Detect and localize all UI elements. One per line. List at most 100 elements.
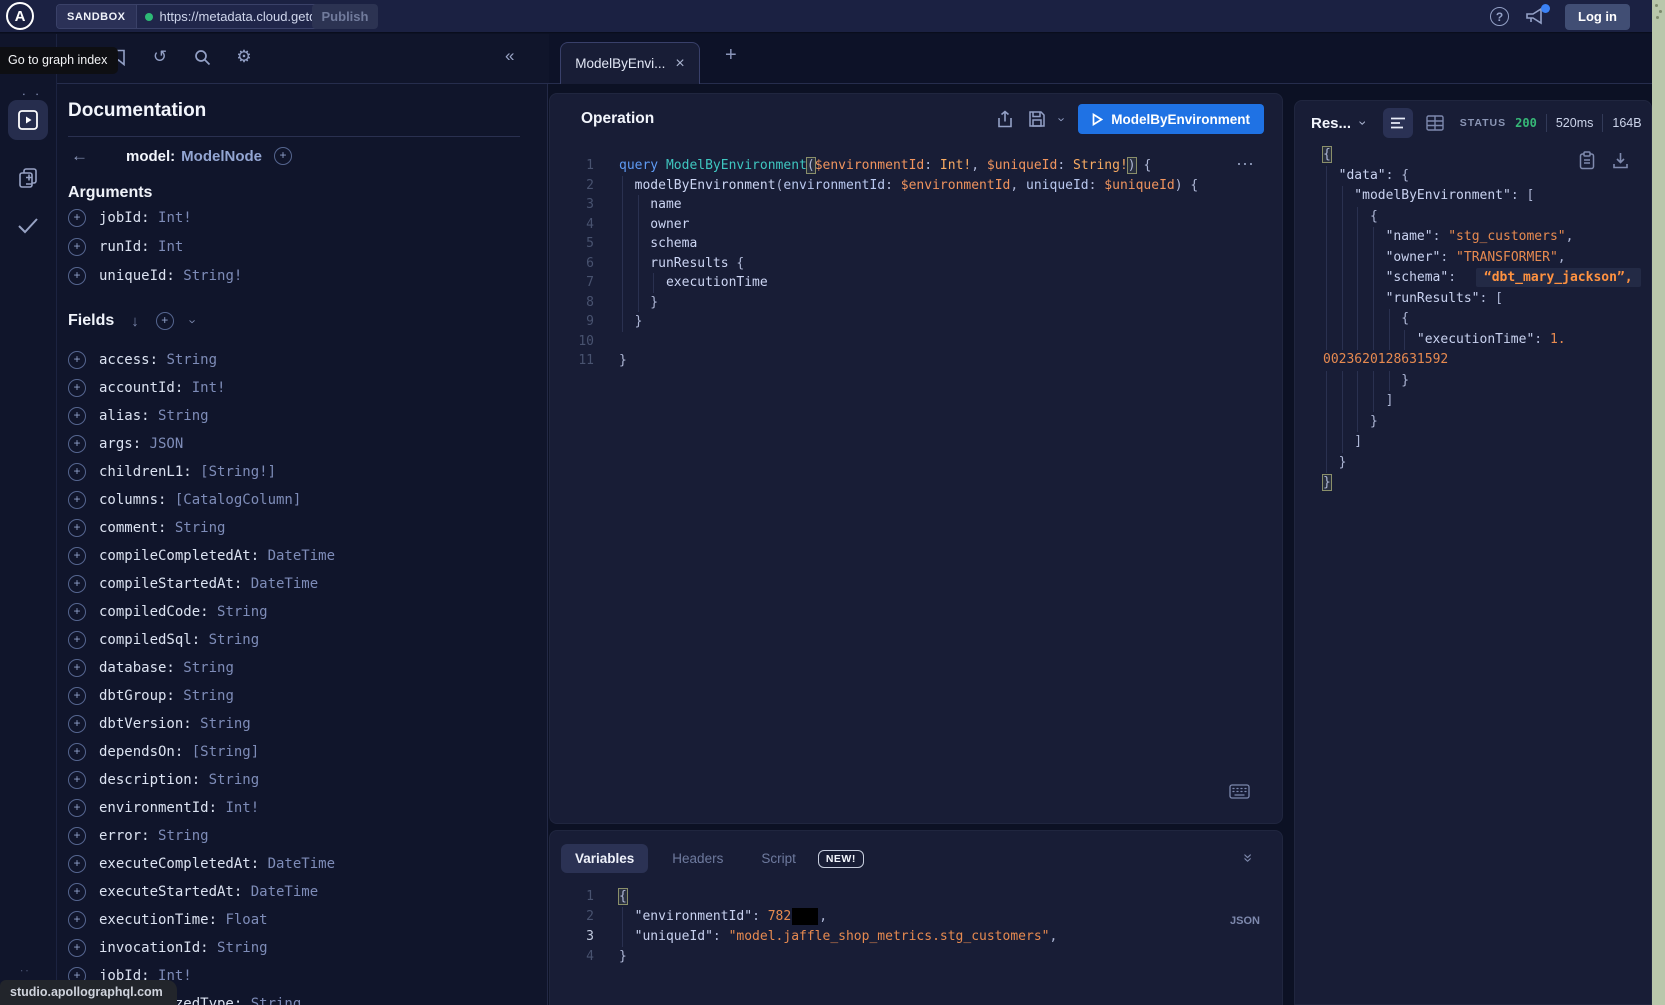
field-row[interactable]: +runId: Int bbox=[68, 232, 538, 261]
format-json-icon[interactable] bbox=[1383, 108, 1413, 138]
documentation-panel: Documentation ← model: ModelNode + Argum… bbox=[57, 84, 548, 1005]
field-row[interactable]: + description: String bbox=[68, 766, 538, 794]
divider bbox=[68, 136, 520, 137]
add-to-query-button[interactable]: + bbox=[68, 267, 86, 285]
field-row[interactable]: +compileStartedAt: DateTime bbox=[68, 570, 538, 598]
back-arrow-icon[interactable]: ← bbox=[71, 146, 88, 166]
response-json[interactable]: {"data": {"modelByEnvironment": [{"name"… bbox=[1323, 145, 1647, 494]
announcements-icon[interactable] bbox=[1525, 6, 1549, 28]
variables-editor[interactable]: 1{2 "environmentId": 782,3 "uniqueId": "… bbox=[564, 887, 1264, 967]
add-to-query-button[interactable]: + bbox=[68, 209, 86, 227]
field-row[interactable]: +dependsOn: [String] bbox=[68, 738, 538, 766]
response-title[interactable]: Res... bbox=[1311, 115, 1351, 132]
add-to-query-button[interactable]: + bbox=[68, 631, 86, 649]
format-table-icon[interactable] bbox=[1426, 115, 1444, 131]
add-to-query-button[interactable]: + bbox=[68, 827, 86, 845]
field-row[interactable]: +dbtGroup: String bbox=[68, 682, 538, 710]
field-row[interactable]: +childrenL1: [String!] bbox=[68, 458, 538, 486]
add-to-query-button[interactable]: + bbox=[68, 379, 86, 397]
field-signature: executionTime: Float bbox=[99, 912, 268, 928]
add-to-query-button[interactable]: + bbox=[68, 603, 86, 621]
graphql-editor[interactable]: 1query ModelByEnvironment($environmentId… bbox=[564, 156, 1264, 371]
chevron-down-icon[interactable]: › bbox=[185, 319, 200, 323]
publish-button[interactable]: Publish bbox=[312, 4, 378, 29]
checks-nav-icon[interactable] bbox=[8, 206, 48, 246]
add-to-query-button[interactable]: + bbox=[68, 883, 86, 901]
field-row[interactable]: +uniqueId: String! bbox=[68, 261, 538, 290]
save-dropdown-icon[interactable]: › bbox=[1055, 117, 1070, 121]
apollo-logo[interactable]: A bbox=[6, 2, 34, 30]
help-icon[interactable]: ? bbox=[1490, 7, 1509, 26]
field-signature: columns: [CatalogColumn] bbox=[99, 492, 301, 508]
response-dropdown-icon[interactable]: › bbox=[1355, 121, 1371, 126]
field-row[interactable]: +compiledCode: String bbox=[68, 598, 538, 626]
add-to-query-button[interactable]: + bbox=[68, 939, 86, 957]
collapse-docs-icon[interactable]: « bbox=[505, 46, 514, 66]
new-badge: NEW! bbox=[818, 850, 864, 868]
field-row[interactable]: +accountId: Int! bbox=[68, 374, 538, 402]
add-all-fields-button[interactable]: + bbox=[274, 147, 292, 165]
field-row[interactable]: +args: JSON bbox=[68, 430, 538, 458]
add-to-query-button[interactable]: + bbox=[68, 238, 86, 256]
field-signature: compileCompletedAt: DateTime bbox=[99, 548, 335, 564]
login-button[interactable]: Log in bbox=[1565, 4, 1630, 30]
add-to-query-button[interactable]: + bbox=[68, 519, 86, 537]
schema-nav-icon[interactable] bbox=[8, 158, 48, 198]
field-row[interactable]: + compiledSql: String bbox=[68, 626, 538, 654]
add-to-query-button[interactable]: + bbox=[68, 547, 86, 565]
run-operation-button[interactable]: ModelByEnvironment bbox=[1078, 104, 1264, 134]
add-to-query-button[interactable]: + bbox=[68, 351, 86, 369]
save-icon[interactable] bbox=[1028, 110, 1046, 128]
add-to-query-button[interactable]: + bbox=[68, 659, 86, 677]
field-row[interactable]: +alias: String bbox=[68, 402, 538, 430]
field-row[interactable]: + compileCompletedAt: DateTime bbox=[68, 542, 538, 570]
explorer-settings-icon[interactable]: ⚙ bbox=[235, 48, 253, 66]
add-to-query-button[interactable]: + bbox=[68, 855, 86, 873]
share-icon[interactable] bbox=[996, 110, 1014, 129]
model-type-link[interactable]: ModelNode bbox=[181, 148, 262, 165]
add-to-query-button[interactable]: + bbox=[68, 435, 86, 453]
add-to-query-button[interactable]: + bbox=[68, 575, 86, 593]
close-icon[interactable]: × bbox=[675, 55, 684, 73]
field-signature: description: String bbox=[99, 772, 259, 788]
add-to-query-button[interactable]: + bbox=[68, 743, 86, 761]
field-row[interactable]: +comment: String bbox=[68, 514, 538, 542]
field-row[interactable]: +invocationId: String bbox=[68, 934, 538, 962]
status-code: 200 bbox=[1515, 116, 1537, 130]
field-row[interactable]: +access: String bbox=[68, 346, 538, 374]
add-to-query-button[interactable]: + bbox=[68, 407, 86, 425]
field-signature: compiledSql: String bbox=[99, 632, 259, 648]
field-row[interactable]: +environmentId: Int! bbox=[68, 794, 538, 822]
search-icon[interactable] bbox=[193, 48, 211, 66]
add-to-query-button[interactable]: + bbox=[68, 687, 86, 705]
add-to-query-button[interactable]: + bbox=[68, 911, 86, 929]
add-to-query-button[interactable]: + bbox=[68, 463, 86, 481]
keyboard-shortcuts-icon[interactable] bbox=[1229, 784, 1250, 799]
field-row[interactable]: +error: String bbox=[68, 822, 538, 850]
sort-icon[interactable]: ↓ bbox=[131, 313, 139, 330]
explorer-nav-icon[interactable] bbox=[8, 100, 48, 140]
tab-script[interactable]: Script bbox=[747, 844, 810, 873]
field-signature: database: String bbox=[99, 660, 234, 676]
new-tab-icon[interactable]: + bbox=[725, 44, 737, 67]
field-row[interactable]: +dbtVersion: String bbox=[68, 710, 538, 738]
field-row[interactable]: +executeStartedAt: DateTime bbox=[68, 878, 538, 906]
left-nav-rail: ∙ ∙ ∙∙ bbox=[0, 34, 57, 1005]
field-row[interactable]: + database: String bbox=[68, 654, 538, 682]
graph-index-icon[interactable]: ∙ ∙ bbox=[22, 86, 42, 101]
collapse-panel-icon[interactable]: » bbox=[1239, 854, 1257, 863]
add-to-query-button[interactable]: + bbox=[68, 771, 86, 789]
tab-variables[interactable]: Variables bbox=[561, 844, 648, 873]
field-row[interactable]: + columns: [CatalogColumn] bbox=[68, 486, 538, 514]
history-icon[interactable]: ↺ bbox=[151, 48, 169, 66]
tab-headers[interactable]: Headers bbox=[658, 844, 737, 873]
add-to-query-button[interactable]: + bbox=[68, 491, 86, 509]
add-fields-button[interactable]: + bbox=[156, 312, 174, 330]
tab-strip bbox=[549, 34, 1652, 83]
field-row[interactable]: +executeCompletedAt: DateTime bbox=[68, 850, 538, 878]
add-to-query-button[interactable]: + bbox=[68, 799, 86, 817]
tab-modelbyenvironment[interactable]: ModelByEnvi... × bbox=[560, 42, 700, 84]
field-row[interactable]: + executionTime: Float bbox=[68, 906, 538, 934]
field-row[interactable]: +jobId: Int! bbox=[68, 203, 538, 232]
add-to-query-button[interactable]: + bbox=[68, 715, 86, 733]
